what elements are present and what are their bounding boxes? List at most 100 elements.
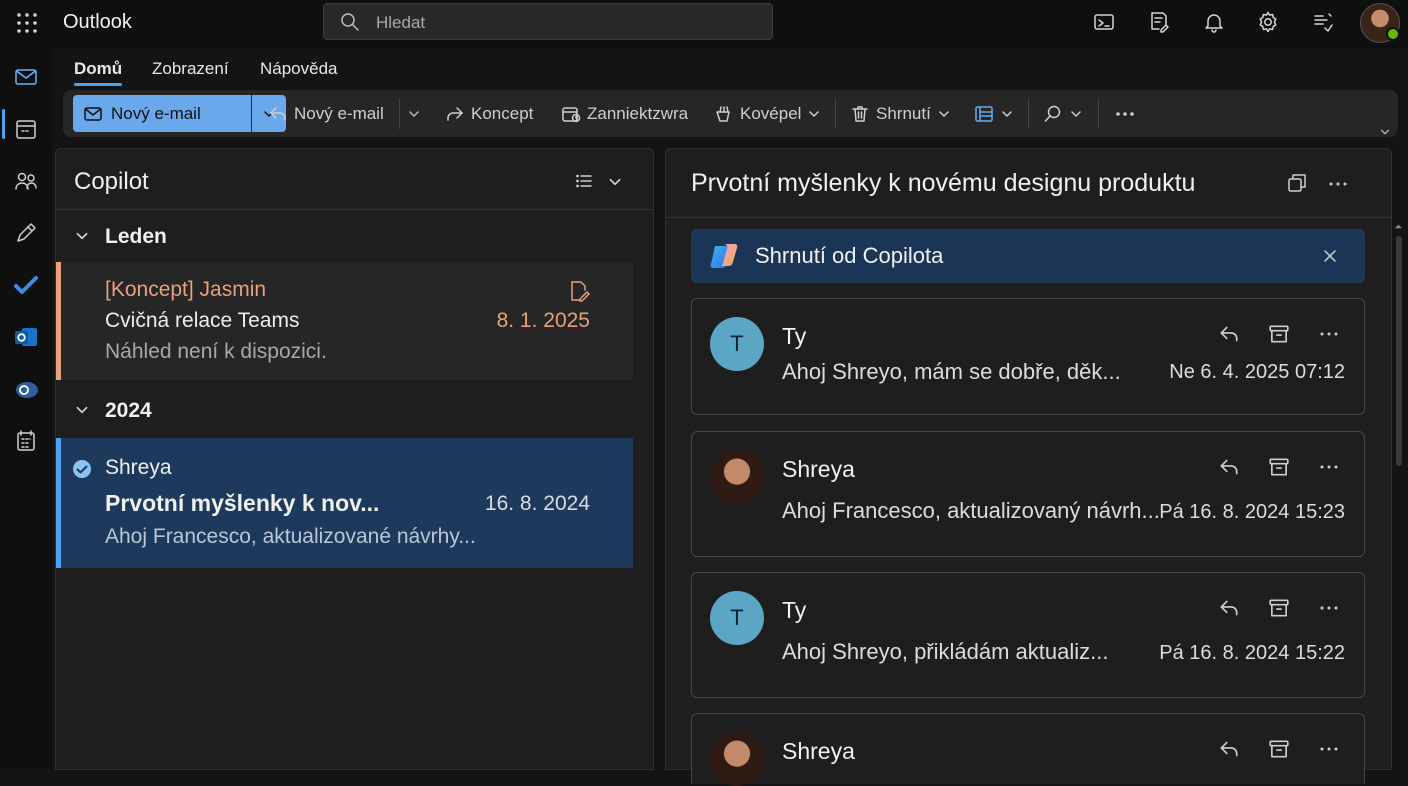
people-icon[interactable] (13, 168, 39, 194)
toolbar-divider (399, 98, 400, 129)
reply-icon[interactable] (1218, 597, 1240, 619)
meet-now-icon[interactable] (1092, 10, 1116, 34)
find-button[interactable] (1043, 98, 1083, 129)
more-options-icon[interactable] (1318, 323, 1340, 345)
list-item-selected[interactable]: Shreya Prvotní myšlenky k nov... 16. 8. … (56, 438, 633, 568)
chevron-down-icon[interactable] (607, 174, 623, 190)
filter-icon[interactable] (574, 171, 594, 191)
more-options-icon[interactable] (1318, 597, 1340, 619)
tips-icon[interactable] (1311, 10, 1335, 34)
message-time: Ne 6. 4. 2025 07:12 (1169, 361, 1345, 383)
draft-button[interactable]: Koncept (445, 98, 533, 129)
close-icon[interactable] (1321, 247, 1339, 265)
thread-message[interactable]: Shreya Ahoj Francesco, aktualizovaný náv… (691, 431, 1365, 557)
list-item-draft[interactable]: [Koncept] Jasmin Cvičná relace Teams 8. … (56, 262, 633, 380)
calendar-clock-icon (561, 104, 581, 124)
sweep-icon (714, 104, 734, 124)
archive-icon[interactable] (1268, 738, 1290, 760)
ribbon-toolbar: Nový e-mail Nový e-mail Koncept Zanniekt… (63, 90, 1398, 137)
search-input[interactable] (374, 9, 758, 37)
chevron-down-icon[interactable] (407, 98, 421, 129)
summarize-button[interactable]: Shrnutí (850, 98, 951, 129)
message-actions (1218, 597, 1340, 619)
sender-name: Shreya (782, 456, 855, 482)
message-actions (1218, 738, 1340, 760)
more-apps-icon[interactable] (13, 428, 39, 454)
calendar-icon[interactable] (13, 116, 39, 142)
message-preview: Ahoj Francesco, aktualizované návrhy... (105, 525, 476, 548)
scrollbar-thumb[interactable] (1396, 236, 1402, 466)
sender-name: Ty (782, 323, 807, 349)
copilot-summary-title: Shrnutí od Copilota (755, 243, 944, 268)
top-bar: Outlook (0, 0, 1408, 48)
archive-icon[interactable] (1268, 323, 1290, 345)
scroll-up-icon[interactable] (1394, 222, 1403, 231)
tab-view[interactable]: Zobrazení (152, 59, 229, 79)
group-header[interactable]: Leden (56, 211, 633, 261)
gear-icon[interactable] (1256, 10, 1280, 34)
thread-message[interactable]: T Ty Ahoj Shreyo, přikládám aktualiz... … (691, 572, 1365, 698)
copilot-summary-banner[interactable]: Shrnutí od Copilota (691, 229, 1365, 283)
sweep-button[interactable]: Kovépel (714, 98, 821, 129)
message-sender: [Koncept] Jasmin (105, 278, 267, 301)
archive-icon[interactable] (1268, 597, 1290, 619)
message-time: Pá 16. 8. 2024 15:23 (1159, 501, 1345, 523)
trash-icon (850, 104, 870, 124)
app-launcher-icon[interactable] (14, 10, 40, 36)
checkbox-checked-icon[interactable] (72, 459, 92, 479)
summarize-label: Shrnutí (876, 103, 931, 123)
todo-icon[interactable] (13, 272, 39, 298)
tab-home[interactable]: Domů (74, 59, 123, 86)
new-mail-button[interactable]: Nový e-mail (73, 95, 251, 132)
reply-icon[interactable] (1218, 456, 1240, 478)
notes-icon[interactable] (1147, 10, 1171, 34)
mail-icon[interactable] (13, 64, 39, 90)
avatar (710, 450, 764, 504)
tab-help[interactable]: Nápověda (260, 59, 338, 79)
thread-message[interactable]: Shreya (691, 713, 1365, 786)
message-list-header: Copilot (56, 149, 653, 210)
reading-pane: Prvotní myšlenky k novému designu produk… (665, 148, 1392, 786)
expand-ribbon-icon[interactable] (1379, 116, 1391, 147)
more-options-icon[interactable] (1114, 98, 1136, 129)
avatar: T (710, 317, 764, 371)
toolbar-divider (1098, 98, 1099, 129)
draft-label: Koncept (471, 103, 534, 123)
categorize-label: Zanniektzwra (587, 103, 689, 123)
pen-icon[interactable] (13, 220, 39, 246)
bell-icon[interactable] (1202, 10, 1226, 34)
categorize-button[interactable]: Zanniektzwra (561, 98, 688, 129)
outlook-app-icon[interactable] (13, 324, 39, 350)
layout-button[interactable] (974, 98, 1014, 129)
teams-app-icon[interactable] (13, 376, 39, 402)
reading-header: Prvotní myšlenky k novému designu produk… (666, 149, 1391, 218)
message-actions (1218, 456, 1340, 478)
reply-label: Nový e-mail (294, 103, 384, 123)
more-options-icon[interactable] (1318, 456, 1340, 478)
avatar (710, 732, 764, 786)
reading-scrollbar[interactable] (1394, 222, 1403, 768)
message-date: 8. 1. 2025 (496, 309, 590, 332)
layout-icon (974, 104, 994, 124)
message-preview: Ahoj Shreyo, přikládám aktualiz... (782, 639, 1109, 664)
thread-message[interactable]: T Ty Ahoj Shreyo, mám se dobře, děk... N… (691, 298, 1365, 415)
forward-icon (445, 104, 465, 124)
sender-name: Shreya (782, 738, 855, 764)
avatar: T (710, 591, 764, 645)
presence-available-icon (1386, 27, 1400, 41)
more-options-icon[interactable] (1327, 173, 1349, 195)
archive-icon[interactable] (1268, 456, 1290, 478)
message-preview: Ahoj Francesco, aktualizovaný návrh... (782, 498, 1160, 523)
chevron-down-icon (74, 228, 90, 244)
reply-icon[interactable] (1218, 323, 1240, 345)
search-box[interactable] (323, 3, 773, 40)
popout-icon[interactable] (1286, 172, 1308, 194)
chevron-down-icon (1000, 107, 1014, 121)
rail-active-indicator (2, 109, 5, 139)
group-header[interactable]: 2024 (56, 385, 633, 435)
more-options-icon[interactable] (1318, 738, 1340, 760)
avatar[interactable] (1360, 3, 1400, 43)
reply-button[interactable]: Nový e-mail (268, 98, 384, 129)
group-label: 2024 (105, 399, 152, 422)
reply-icon[interactable] (1218, 738, 1240, 760)
